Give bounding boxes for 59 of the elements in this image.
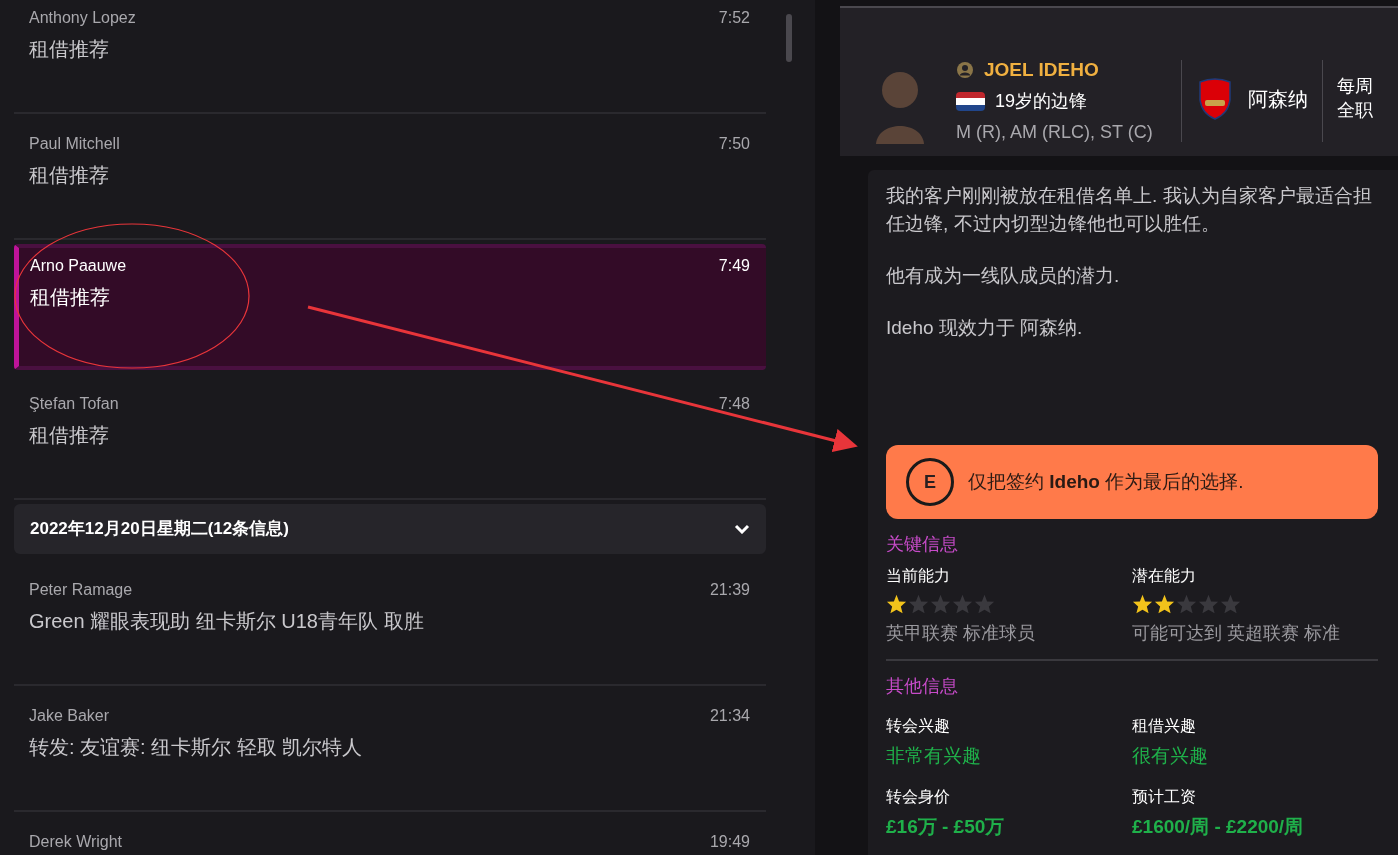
field-label: 当前能力	[886, 566, 951, 586]
chevron-down-icon[interactable]	[734, 524, 750, 534]
sender-name: Anthony Lopez	[29, 8, 136, 28]
amount-value: £1600/周 - £2200/周	[1132, 814, 1305, 839]
field-label: 转会身价	[886, 786, 951, 807]
message-row[interactable]: Ştefan Tofan 7:48 租借推荐	[14, 374, 766, 500]
field-label: 转会兴趣	[886, 716, 951, 736]
grade-badge: E	[906, 458, 954, 506]
message-subject: Green 耀眼表现助 纽卡斯尔 U18青年队 取胜	[29, 609, 425, 634]
message-subject: 租借推荐	[30, 285, 111, 310]
sender-name: Arno Paauwe	[30, 256, 127, 276]
message-subject: 租借推荐	[29, 163, 110, 188]
message-time: 7:48	[718, 394, 750, 414]
interest-value: 很有兴趣	[1132, 744, 1209, 768]
sender-name: Ştefan Tofan	[29, 394, 119, 414]
amount-value: £16万 - £50万	[886, 814, 1006, 839]
netherlands-flag-icon	[956, 92, 985, 111]
message-row[interactable]: Anthony Lopez 7:52 租借推荐	[14, 0, 766, 114]
message-time: 21:34	[709, 706, 750, 726]
sender-name: Jake Baker	[29, 706, 110, 726]
field-label: 潜在能力	[1132, 566, 1197, 586]
message-subject: 转发: 友谊赛: 纽卡斯尔 轻取 凯尔特人	[29, 735, 364, 760]
sender-name: Derek Wright	[29, 832, 123, 852]
sender-name: Paul Mitchell	[29, 134, 120, 154]
message-row[interactable]: Paul Mitchell 7:50 租借推荐	[14, 114, 766, 240]
message-time: 19:49	[709, 832, 750, 852]
interest-value: 非常有兴趣	[886, 744, 982, 768]
message-row[interactable]: Jake Baker 21:34 转发: 友谊赛: 纽卡斯尔 轻取 凯尔特人	[14, 686, 766, 812]
message-paragraph: 他有成为一线队成员的潜力.	[886, 264, 1121, 288]
message-paragraph: Ideho 现效力于 阿森纳.	[886, 316, 1084, 340]
message-paragraph: 我的客户刚刚被放在租借名单上. 我认为自家客户最适合担任边锋, 不过内切型边锋他也可以胜任。	[886, 184, 1373, 236]
player-positions: M (R), AM (RLC), ST (C)	[956, 121, 1153, 144]
message-time: 7:52	[718, 8, 750, 28]
message-time: 21:39	[709, 580, 750, 600]
person-icon	[956, 60, 974, 79]
recommendation-text: 仅把签约 Ideho 作为最后的选择.	[968, 469, 1244, 494]
message-time: 7:50	[718, 134, 750, 154]
player-description: 19岁的边锋	[995, 90, 1088, 113]
date-group-label: 2022年12月20日星期二(12条信息)	[30, 518, 289, 541]
message-subject: 租借推荐	[29, 423, 110, 448]
contract-text: 全职	[1336, 99, 1373, 122]
section-title: 其他信息	[886, 675, 959, 698]
date-group-header[interactable]: 2022年12月20日星期二(12条信息)	[14, 504, 766, 554]
field-label: 租借兴趣	[1132, 716, 1197, 736]
field-label: 预计工资	[1132, 786, 1197, 807]
player-name: JOEL IDEHO	[984, 57, 1099, 82]
sender-name: Peter Ramage	[29, 580, 133, 600]
rating-description: 可能可达到 英超联赛 标准	[1132, 622, 1341, 645]
message-row[interactable]: Derek Wright 19:49	[14, 812, 766, 855]
scrollbar[interactable]	[785, 14, 792, 62]
message-subject: 租借推荐	[29, 37, 110, 62]
rating-description: 英甲联赛 标准球员	[886, 622, 1036, 645]
section-title: 关键信息	[886, 533, 959, 556]
message-row[interactable]: Arno Paauwe 7:49 租借推荐	[14, 244, 766, 370]
contract-text: 每周	[1336, 75, 1373, 98]
message-row[interactable]: Peter Ramage 21:39 Green 耀眼表现助 纽卡斯尔 U18青年队 取胜	[14, 560, 766, 686]
club-name: 阿森纳	[1247, 87, 1308, 112]
club-crest-icon	[1197, 78, 1232, 120]
message-time: 7:49	[718, 256, 750, 276]
